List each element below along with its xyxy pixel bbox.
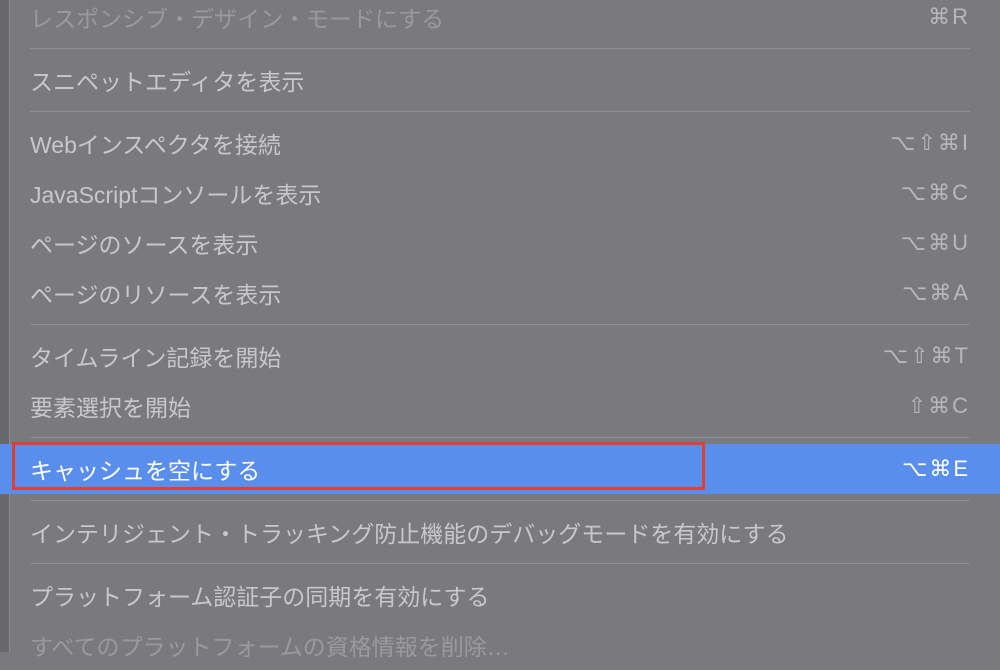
menu-item-label: インテリジェント・トラッキング防止機能のデバッグモードを有効にする <box>30 515 789 549</box>
menu-item-delete-credentials[interactable]: すべてのプラットフォームの資格情報を削除… <box>0 620 1000 670</box>
menu-item-label: タイムライン記録を開始 <box>30 339 281 373</box>
menu-item-label: プラットフォーム認証子の同期を有効にする <box>30 578 490 612</box>
menu-item-label: キャッシュを空にする <box>30 452 260 486</box>
menu-separator <box>30 563 970 564</box>
menu-separator <box>30 48 970 49</box>
menu-separator <box>30 111 970 112</box>
menu-item-label: ページのソースを表示 <box>30 226 258 260</box>
menu-item-label: 要素選択を開始 <box>30 389 191 423</box>
menu-item-label: レスポンシブ・デザイン・モードにする <box>30 0 444 34</box>
menu-item-shortcut: ⌥⌘C <box>901 180 970 206</box>
menu-item-shortcut: ⌥⇧⌘I <box>890 130 970 156</box>
menu-item-label: JavaScriptコンソールを表示 <box>30 176 321 210</box>
menu-item-element-selection[interactable]: 要素選択を開始 ⇧⌘C <box>0 381 1000 431</box>
menu-item-web-inspector[interactable]: Webインスペクタを接続 ⌥⇧⌘I <box>0 118 1000 168</box>
menu-item-shortcut: ⌥⌘A <box>902 280 970 306</box>
menu-item-shortcut: ⌥⇧⌘T <box>883 343 970 369</box>
menu-item-platform-auth-sync[interactable]: プラットフォーム認証子の同期を有効にする <box>0 570 1000 620</box>
menu-item-label: スニペットエディタを表示 <box>30 63 304 97</box>
menu-item-page-source[interactable]: ページのソースを表示 ⌥⌘U <box>0 218 1000 268</box>
menu-item-shortcut: ⇧⌘C <box>908 393 970 419</box>
menu-item-label: すべてのプラットフォームの資格情報を削除… <box>30 628 510 662</box>
menu-separator <box>30 437 970 438</box>
menu-item-empty-caches[interactable]: キャッシュを空にする ⌥⌘E <box>0 444 1000 494</box>
developer-menu: レスポンシブ・デザイン・モードにする ⌘R スニペットエディタを表示 Webイン… <box>0 0 1000 670</box>
menu-item-timeline-record[interactable]: タイムライン記録を開始 ⌥⇧⌘T <box>0 331 1000 381</box>
menu-item-shortcut: ⌘R <box>928 4 970 30</box>
menu-separator <box>30 324 970 325</box>
menu-item-shortcut: ⌥⌘U <box>901 230 970 256</box>
menu-item-responsive-design-mode[interactable]: レスポンシブ・デザイン・モードにする ⌘R <box>0 0 1000 42</box>
menu-separator <box>30 500 970 501</box>
menu-item-javascript-console[interactable]: JavaScriptコンソールを表示 ⌥⌘C <box>0 168 1000 218</box>
menu-item-page-resources[interactable]: ページのリソースを表示 ⌥⌘A <box>0 268 1000 318</box>
menu-item-snippet-editor[interactable]: スニペットエディタを表示 <box>0 55 1000 105</box>
menu-item-label: ページのリソースを表示 <box>30 276 281 310</box>
menu-item-label: Webインスペクタを接続 <box>30 126 281 160</box>
menu-item-shortcut: ⌥⌘E <box>902 456 970 482</box>
menu-item-itp-debug-mode[interactable]: インテリジェント・トラッキング防止機能のデバッグモードを有効にする <box>0 507 1000 557</box>
